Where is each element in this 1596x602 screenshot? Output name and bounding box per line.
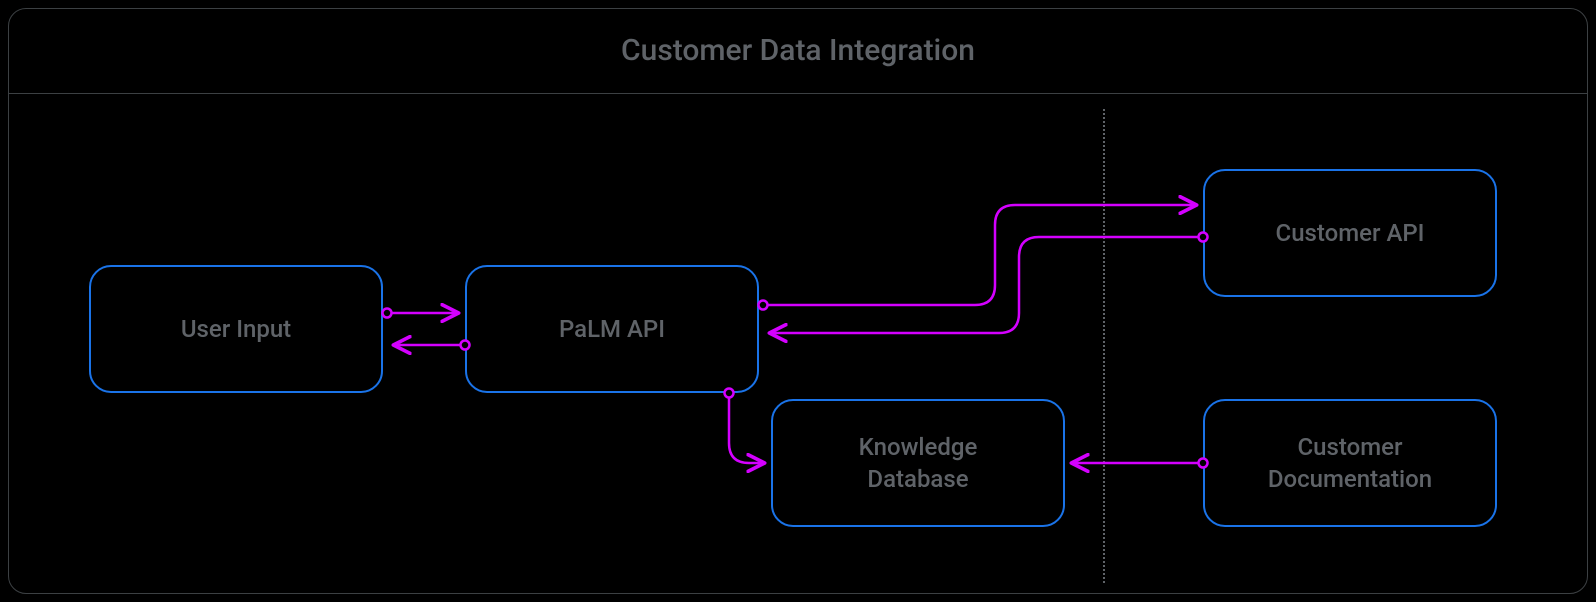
- node-customer-documentation: CustomerDocumentation: [1203, 399, 1497, 527]
- node-customer-api: Customer API: [1203, 169, 1497, 297]
- node-label: KnowledgeDatabase: [859, 431, 978, 496]
- connector-customerapi-to-palmapi: [771, 233, 1208, 334]
- node-label: CustomerDocumentation: [1268, 431, 1432, 496]
- integration-boundary-line: [1103, 109, 1105, 583]
- node-user-input: User Input: [89, 265, 383, 393]
- node-knowledge-database: KnowledgeDatabase: [771, 399, 1065, 527]
- diagram-frame: Customer Data Integration User Input PaL…: [8, 8, 1588, 594]
- connector-palmapi-to-userinput: [395, 341, 470, 350]
- title-divider: [9, 93, 1587, 94]
- node-label: PaLM API: [559, 313, 665, 345]
- connector-userinput-to-palmapi: [383, 309, 458, 318]
- diagram-title: Customer Data Integration: [9, 33, 1587, 68]
- node-label: Customer API: [1276, 217, 1425, 249]
- node-palm-api: PaLM API: [465, 265, 759, 393]
- connector-customerdoc-to-knowledgedb: [1073, 459, 1208, 468]
- node-label: User Input: [181, 313, 291, 345]
- connector-palmapi-to-customerapi: [759, 205, 1196, 310]
- connector-palmapi-to-knowledgedb: [725, 389, 764, 464]
